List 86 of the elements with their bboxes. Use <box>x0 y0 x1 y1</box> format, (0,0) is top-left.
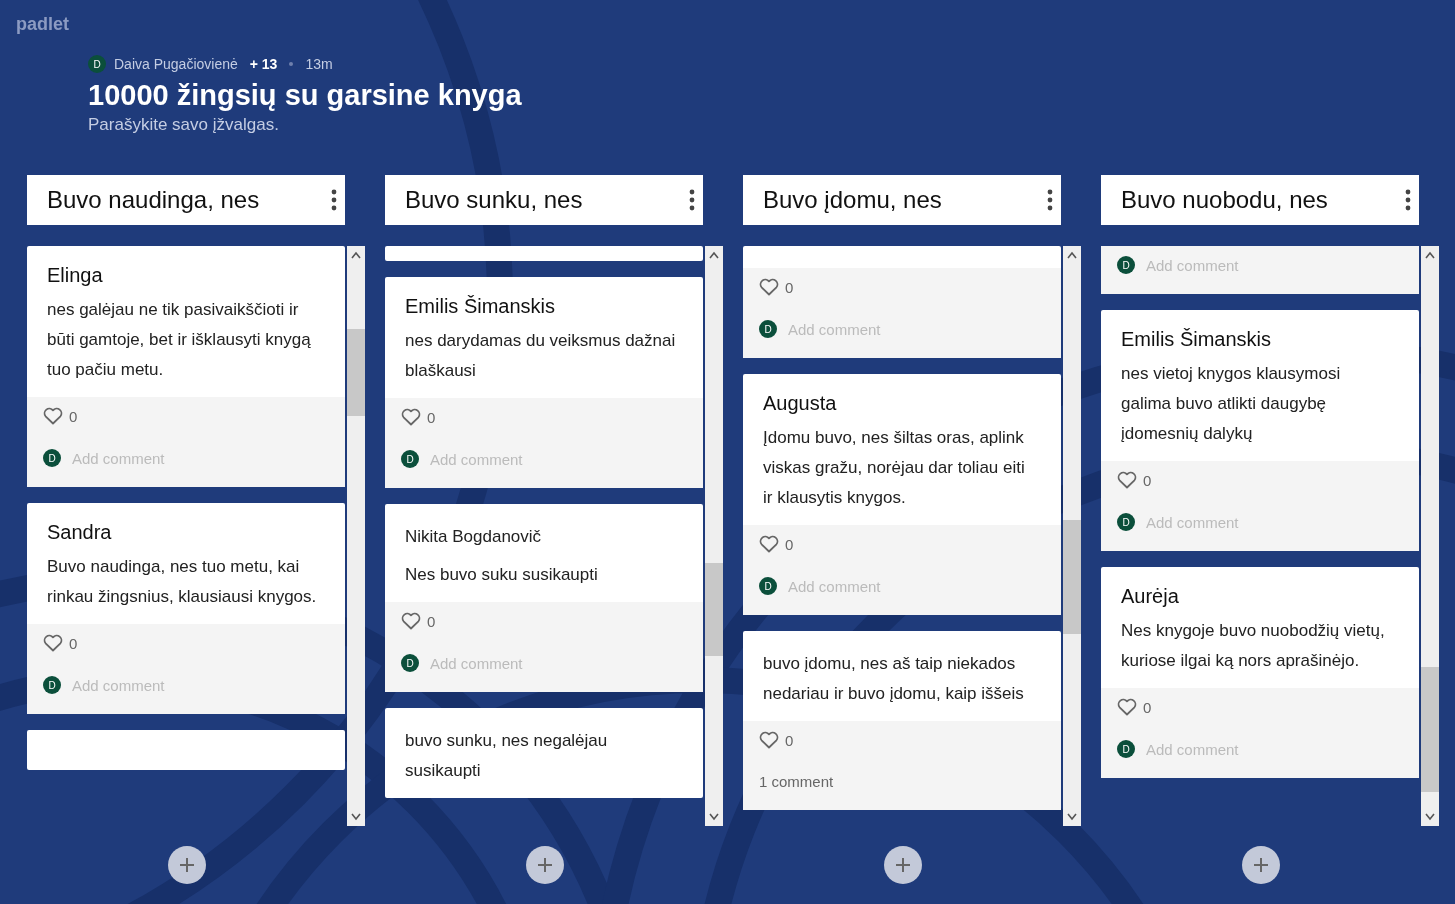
post-text: nes vietoj knygos klausymosi galima buvo atlikti daugybę įdomesnių dalykų <box>1121 363 1342 445</box>
scrollbar-thumb[interactable] <box>1421 666 1439 792</box>
post-title: Aurėja <box>1121 585 1179 608</box>
post-text: nes darydamas du veiksmus dažnai blaškausi <box>405 330 677 382</box>
scrollbar[interactable] <box>347 246 365 826</box>
like-count: 0 <box>69 634 78 652</box>
post-card[interactable]: Sandra Buvo naudinga, nes tuo metu, kai rinkau žingsnius, klausiausi knygos. 0 D Add comment <box>27 503 345 714</box>
like-count: 0 <box>427 408 436 426</box>
avatar: D <box>1117 256 1135 274</box>
add-post-button[interactable] <box>1242 846 1280 884</box>
heart-icon[interactable] <box>759 731 779 749</box>
like-count: 0 <box>69 407 78 425</box>
like-count: 0 <box>785 535 794 553</box>
avatar: D <box>43 676 61 694</box>
post-card[interactable]: D Add comment <box>1101 246 1419 294</box>
avatar: D <box>43 449 61 467</box>
post-card[interactable]: Augusta Įdomu buvo, nes šiltas oras, aplink viskas gražu, norėjau dar toliau eiti ir klausytis knygos. 0 D Add comment <box>743 374 1061 615</box>
post-text: buvo įdomu, nes aš taip niekados nedariau ir buvo įdomu, kaip iššeis <box>763 653 1025 705</box>
heart-icon[interactable] <box>1117 471 1137 489</box>
column-title: Buvo naudinga, nes <box>47 186 260 214</box>
logo[interactable]: padlet <box>16 14 69 35</box>
comment-count[interactable]: 1 comment <box>759 773 1045 790</box>
heart-icon[interactable] <box>759 278 779 296</box>
heart-icon[interactable] <box>43 634 63 652</box>
heart-icon[interactable] <box>1117 698 1137 716</box>
post-card[interactable]: Nikita Bogdanovič Nes buvo suku susikaupti 0 D Add comment <box>385 504 703 692</box>
post-card[interactable]: buvo sunku, nes negalėjau susikaupti <box>385 708 703 798</box>
board-title: 10000 žingsių su garsine knyga <box>88 79 522 112</box>
plus-icon <box>179 857 195 873</box>
avatar: D <box>1117 740 1135 758</box>
more-icon[interactable] <box>1405 189 1411 211</box>
post-text: Nikita Bogdanovič <box>405 526 542 548</box>
add-post-button[interactable] <box>884 846 922 884</box>
like-count: 0 <box>785 731 794 749</box>
post-text: Buvo naudinga, nes tuo metu, kai rinkau žingsnius, klausiausi knygos. <box>47 556 318 608</box>
avatar: D <box>401 654 419 672</box>
add-post-button[interactable] <box>168 846 206 884</box>
author-name: Daiva Pugačiovienė <box>114 56 238 72</box>
post-text: Nes knygoje buvo nuobodžių vietų, kuriose ilgai ką nors aprašinėjo. <box>1121 620 1386 672</box>
post-text: buvo sunku, nes negalėjau susikaupti <box>405 730 609 782</box>
board-description: Parašykite savo įžvalgas. <box>88 115 279 135</box>
plus-icon <box>1253 857 1269 873</box>
avatar: D <box>759 320 777 338</box>
post-title: Elinga <box>47 264 103 287</box>
post-text: nes galėjau ne tik pasivaikščioti ir būti gamtoje, bet ir išklausyti knygą tuo pačiu metu. <box>47 299 312 381</box>
post-card[interactable]: buvo įdomu, nes aš taip niekados nedariau ir buvo įdomu, kaip iššeis 0 1 comment <box>743 631 1061 810</box>
avatar: D <box>759 577 777 595</box>
like-count: 0 <box>785 278 794 296</box>
more-icon[interactable] <box>331 189 337 211</box>
like-count: 0 <box>1143 698 1152 716</box>
avatar: D <box>1117 513 1135 531</box>
post-title: Emilis Šimanskis <box>1121 328 1272 351</box>
post-card[interactable]: Elinga nes galėjau ne tik pasivaikščioti ir būti gamtoje, bet ir išklausyti knygą tuo pačiu metu. 0 D Add comment <box>27 246 345 487</box>
column-title: Buvo nuobodu, nes <box>1121 186 1328 214</box>
post-card[interactable]: 0 D Add comment <box>743 246 1061 358</box>
post-title: Augusta <box>763 392 837 415</box>
scrollbar[interactable] <box>1421 246 1439 826</box>
post-text: Nes buvo suku susikaupti <box>405 564 598 586</box>
post-title: Sandra <box>47 521 112 544</box>
column-title: Buvo įdomu, nes <box>763 186 942 214</box>
more-icon[interactable] <box>689 189 695 211</box>
timestamp: 13m <box>305 56 333 72</box>
avatar: D <box>401 450 419 468</box>
contributor-count: + 13 <box>249 56 278 72</box>
like-count: 0 <box>427 612 436 630</box>
more-icon[interactable] <box>1047 189 1053 211</box>
heart-icon[interactable] <box>401 408 421 426</box>
post-text: Įdomu buvo, nes šiltas oras, aplink viskas gražu, norėjau dar toliau eiti ir klausytis knygos. <box>763 427 1026 509</box>
add-post-button[interactable] <box>526 846 564 884</box>
like-count: 0 <box>1143 471 1152 489</box>
avatar: D <box>88 55 106 73</box>
post-title: Emilis Šimanskis <box>405 295 556 318</box>
scrollbar-thumb[interactable] <box>347 329 365 417</box>
heart-icon[interactable] <box>401 612 421 630</box>
post-card[interactable]: Emilis Šimanskis nes darydamas du veiksmus dažnai blaškausi 0 D Add comment <box>385 277 703 488</box>
post-card[interactable]: Emilis Šimanskis nes vietoj knygos klausymosi galima buvo atlikti daugybę įdomesnių dalykų 0 D Add comment <box>1101 310 1419 551</box>
heart-icon[interactable] <box>43 407 63 425</box>
scrollbar[interactable] <box>705 246 723 826</box>
column-title: Buvo sunku, nes <box>405 186 583 214</box>
post-card[interactable]: Aurėja Nes knygoje buvo nuobodžių vietų, kuriose ilgai ką nors aprašinėjo. 0 D Add comment <box>1101 567 1419 778</box>
heart-icon[interactable] <box>759 535 779 553</box>
plus-icon <box>895 857 911 873</box>
scrollbar[interactable] <box>1063 246 1081 826</box>
scrollbar-thumb[interactable] <box>1063 519 1081 634</box>
scrollbar-thumb[interactable] <box>705 563 723 656</box>
plus-icon <box>537 857 553 873</box>
